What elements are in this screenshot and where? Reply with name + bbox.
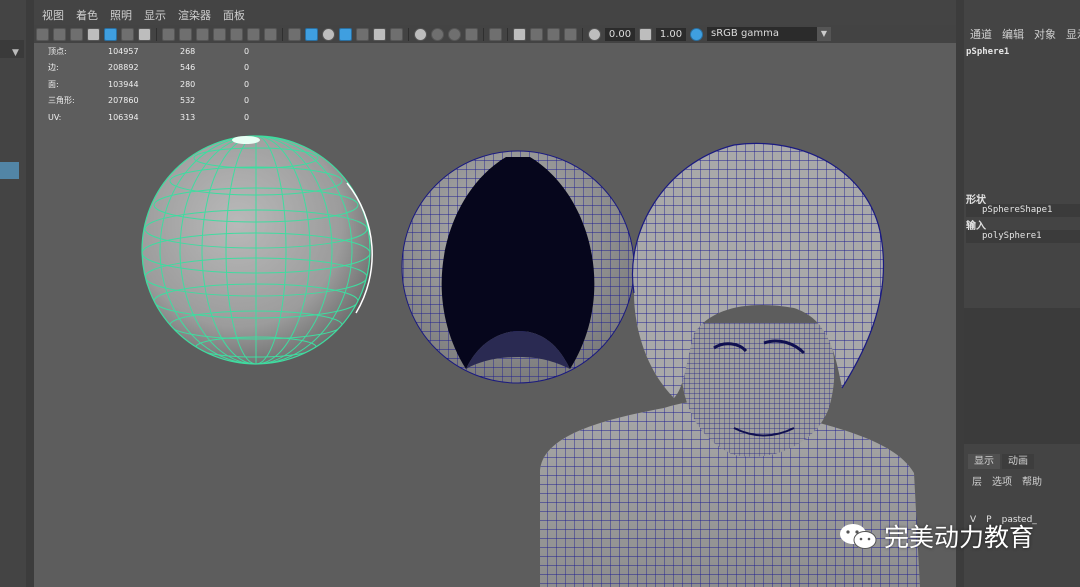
menu-layers[interactable]: 层 bbox=[972, 473, 982, 488]
watermark: 完美动力教育 bbox=[838, 518, 1034, 554]
menu-channels[interactable]: 通道 bbox=[970, 26, 992, 42]
wireframe-on-shaded-icon[interactable] bbox=[339, 27, 352, 41]
bookmark-icon[interactable] bbox=[70, 27, 83, 41]
grease-brush-icon[interactable] bbox=[138, 27, 151, 41]
exposure-icon[interactable] bbox=[588, 27, 601, 41]
motion-blur-icon[interactable] bbox=[530, 27, 543, 41]
camera-attributes-icon[interactable] bbox=[53, 27, 66, 41]
panel-menubar: 视图 着色 照明 显示 渲染器 面板 bbox=[34, 6, 956, 24]
panel-toolbar: 0.00 1.00 sRGB gamma ▼ bbox=[34, 25, 956, 43]
gate-mask-icon[interactable] bbox=[213, 27, 226, 41]
layer-editor-tabs: 显示 动画 bbox=[968, 454, 1036, 469]
exposure-field[interactable]: 0.00 bbox=[605, 27, 635, 41]
menu-renderer[interactable]: 渲染器 bbox=[178, 7, 211, 23]
half-sphere-shell[interactable] bbox=[401, 150, 635, 384]
hud-row-vertices: 顶点: 104957 268 0 bbox=[48, 46, 250, 56]
input-node-item[interactable]: polySphere1 bbox=[966, 230, 1080, 243]
xray-icon[interactable] bbox=[414, 27, 427, 41]
left-splitter[interactable] bbox=[26, 0, 34, 587]
grease-pencil-icon[interactable] bbox=[104, 27, 117, 41]
menu-panels[interactable]: 面板 bbox=[223, 7, 245, 23]
menu-shading[interactable]: 着色 bbox=[76, 7, 98, 23]
lights-icon[interactable] bbox=[373, 27, 386, 41]
channel-box-menubar: 通道 编辑 对象 显示 bbox=[970, 26, 1080, 42]
hud-row-faces: 面: 103944 280 0 bbox=[48, 79, 250, 89]
left-panel: ▼ bbox=[0, 0, 26, 587]
gamma-field[interactable]: 1.00 bbox=[656, 27, 686, 41]
shape-node-item[interactable]: pSphereShape1 bbox=[966, 204, 1080, 217]
viewport-panel: 视图 着色 照明 显示 渲染器 面板 0.00 1.00 sRGB gamma … bbox=[34, 6, 956, 587]
menu-edit[interactable]: 编辑 bbox=[1002, 26, 1024, 42]
menu-show[interactable]: 显示 bbox=[144, 7, 166, 23]
tab-animation[interactable]: 动画 bbox=[1002, 454, 1034, 469]
menu-options[interactable]: 选项 bbox=[992, 473, 1012, 488]
watermark-text: 完美动力教育 bbox=[884, 523, 1035, 552]
default-material-icon[interactable] bbox=[322, 27, 335, 41]
color-management-icon[interactable] bbox=[690, 27, 703, 41]
menu-view[interactable]: 视图 bbox=[42, 7, 64, 23]
view-transform-value: sRGB gamma bbox=[711, 28, 780, 39]
safe-title-icon[interactable] bbox=[264, 27, 277, 41]
right-splitter[interactable] bbox=[956, 0, 964, 587]
view-transform-select[interactable]: sRGB gamma ▼ bbox=[707, 27, 831, 41]
2d-pan-zoom-icon[interactable] bbox=[121, 27, 134, 41]
multisample-aa-icon[interactable] bbox=[547, 27, 560, 41]
menu-lighting[interactable]: 照明 bbox=[110, 7, 132, 23]
wireframe-icon[interactable] bbox=[288, 27, 301, 41]
menu-display[interactable]: 显示 bbox=[1066, 26, 1080, 42]
wechat-icon bbox=[840, 524, 877, 549]
isolate-select-icon[interactable] bbox=[489, 27, 502, 41]
selected-object-name[interactable]: pSphere1 bbox=[966, 47, 1009, 57]
film-gate-icon[interactable] bbox=[179, 27, 192, 41]
shadows-icon[interactable] bbox=[390, 27, 403, 41]
gamma-icon[interactable] bbox=[639, 27, 652, 41]
selected-sphere[interactable] bbox=[141, 135, 373, 365]
image-plane-icon[interactable] bbox=[87, 27, 100, 41]
poly-count-hud: 顶点: 104957 268 0 边: 208892 546 0 面: 1039… bbox=[48, 43, 249, 126]
safe-action-icon[interactable] bbox=[247, 27, 260, 41]
channel-box: 通道 编辑 对象 显示 pSphere1 形状 pSphereShape1 输入… bbox=[964, 0, 1080, 587]
screen-space-ao-icon[interactable] bbox=[513, 27, 526, 41]
xray-components-icon[interactable] bbox=[448, 27, 461, 41]
field-chart-icon[interactable] bbox=[230, 27, 243, 41]
menu-object[interactable]: 对象 bbox=[1034, 26, 1056, 42]
3d-viewport[interactable]: 顶点: 104957 268 0 边: 208892 546 0 面: 1039… bbox=[34, 43, 956, 587]
menu-help[interactable]: 帮助 bbox=[1022, 473, 1042, 488]
depth-of-field-icon[interactable] bbox=[564, 27, 577, 41]
left-panel-selected-row[interactable] bbox=[0, 162, 19, 179]
hud-row-uvs: UV: 106394 313 0 bbox=[48, 112, 250, 122]
chevron-down-icon[interactable]: ▼ bbox=[817, 27, 831, 41]
resolution-gate-icon[interactable] bbox=[196, 27, 209, 41]
hud-row-edges: 边: 208892 546 0 bbox=[48, 63, 250, 73]
tab-display[interactable]: 显示 bbox=[968, 454, 1000, 469]
xray-joints-icon[interactable] bbox=[431, 27, 444, 41]
backface-culling-icon[interactable] bbox=[465, 27, 478, 41]
layer-editor-menubar: 层 选项 帮助 bbox=[972, 473, 1052, 488]
chevron-down-icon[interactable]: ▼ bbox=[12, 48, 19, 58]
grid-icon[interactable] bbox=[162, 27, 175, 41]
smooth-shade-icon[interactable] bbox=[305, 27, 318, 41]
select-camera-icon[interactable] bbox=[36, 27, 49, 41]
hud-row-triangles: 三角形: 207860 532 0 bbox=[48, 96, 250, 106]
channel-box-empty-area bbox=[964, 308, 1080, 444]
textured-icon[interactable] bbox=[356, 27, 369, 41]
